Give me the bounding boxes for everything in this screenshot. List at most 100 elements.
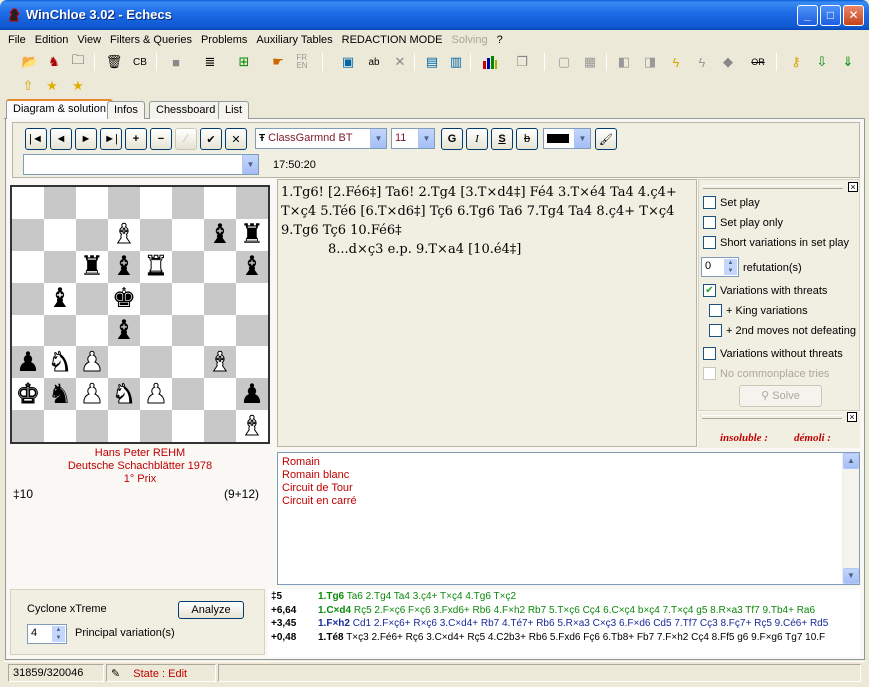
eraser-icon[interactable]: ◆ [718,52,738,72]
chess-piece-square[interactable]: ♟ [140,378,172,411]
board-square[interactable] [236,282,268,315]
chess-piece-square[interactable]: ♞ [44,346,76,379]
board-square[interactable] [76,282,108,315]
last-move-button[interactable]: ►| [100,128,122,150]
chess-piece-square[interactable]: ♚ [12,378,44,411]
doc-icon[interactable]: ▢ [554,52,574,72]
panel-icon[interactable]: ▤ [422,52,442,72]
export-icon[interactable]: ⊞ [234,52,254,72]
solution-text[interactable]: 1.Tg6! [2.Fé6‡] Ta6! 2.Tg4 [3.T×d4‡] Fé4… [277,179,697,447]
panel2-icon[interactable]: ▥ [446,52,466,72]
board-square[interactable] [140,410,172,442]
board-square[interactable] [12,282,44,315]
tab-infos[interactable]: Infos [107,101,145,119]
menu-filters-queries[interactable]: Filters & Queries [106,30,197,46]
board-square[interactable] [204,187,236,219]
close-panel-icon[interactable]: × [847,412,857,422]
close-panel-icon[interactable]: × [848,182,858,192]
board-square[interactable] [76,218,108,251]
chess-piece-square[interactable]: ♝ [204,346,236,379]
checkbox[interactable] [709,324,722,337]
checkbox[interactable] [703,236,716,249]
prev-move-button[interactable]: ◄ [50,128,72,150]
board-square[interactable] [172,218,204,251]
chess-piece-square[interactable]: ♞ [108,378,140,411]
lightning-icon[interactable]: ϟ [666,52,686,72]
board-square[interactable] [44,410,76,442]
themes-list[interactable]: Romain Romain blanc Circuit de Tour Circ… [277,452,860,585]
menu-help[interactable]: ? [493,30,508,46]
brush-icon[interactable]: 🖌 [595,128,617,150]
board-square[interactable] [236,346,268,379]
board-square[interactable] [76,314,108,347]
chess-piece-square[interactable]: ♜ [76,250,108,283]
board-square[interactable] [76,410,108,442]
board-square[interactable] [172,282,204,315]
menu-edition[interactable]: Edition [31,30,74,46]
board-square[interactable] [140,346,172,379]
checkbox[interactable] [709,304,722,317]
strike-icon[interactable]: OR [748,52,768,72]
arrow-left2-icon[interactable]: ◨ [640,52,660,72]
vertical-scrollbar[interactable]: ▲ ▼ [842,453,859,584]
tab-chessboard[interactable]: Chessboard [149,101,223,119]
hand-icon[interactable]: ☛ [268,52,288,72]
board-square[interactable] [12,250,44,283]
color-select[interactable]: ▼ [543,128,591,149]
window-icon[interactable]: ▣ [338,52,358,72]
board-square[interactable] [44,250,76,283]
edit-button[interactable]: ∕ [175,128,197,150]
stepper-down-icon[interactable]: ▼ [52,634,65,642]
chess-piece-square[interactable]: ♝ [108,250,140,283]
stack-icon[interactable]: ≣ [200,52,220,72]
font-select[interactable]: Ŧ ClassGarmnd BT ▼ [255,128,387,149]
board-square[interactable] [108,410,140,442]
variations-without-threats-option[interactable]: Variations without threats [703,347,843,360]
set-play-option[interactable]: Set play [703,196,760,209]
chess-piece-square[interactable]: ♚ [108,282,140,315]
strikethrough-button[interactable]: b [516,128,538,150]
board-square[interactable] [204,250,236,283]
chess-piece-square[interactable]: ♝ [236,410,268,442]
download-icon[interactable]: ⇩ [812,52,832,72]
star-icon[interactable]: ★ [42,76,62,96]
checkbox[interactable] [703,196,716,209]
menu-view[interactable]: View [73,30,106,46]
board-square[interactable] [172,250,204,283]
second-moves-option[interactable]: + 2nd moves not defeating [709,324,856,337]
scroll-up-icon[interactable]: ▲ [843,453,859,469]
chess-piece-square[interactable]: ♝ [44,282,76,315]
analysis-output[interactable]: ‡5 1.Tg6 Ta6 2.Tg4 Ta4 3.ç4+ T×ç4 4.Tg6 T… [268,589,860,657]
bold-button[interactable]: G [441,128,463,150]
delete-icon[interactable]: ✕ [390,52,410,72]
italic-button[interactable]: I [466,128,488,150]
board-square[interactable] [140,187,172,219]
tab-diagram-solution[interactable]: Diagram & solution [6,99,113,120]
board-square[interactable] [140,218,172,251]
board-square[interactable] [172,378,204,411]
board-square[interactable] [172,314,204,347]
folder-icon[interactable]: 🗀 [68,52,88,72]
cancel-button[interactable]: ✕ [225,128,247,150]
king-variations-option[interactable]: + King variations [709,304,808,317]
chess-piece-square[interactable]: ♟ [236,378,268,411]
upload-icon[interactable]: ⇧ [18,76,38,96]
chess-piece-square[interactable]: ♝ [204,218,236,251]
stone-icon[interactable]: ■ [166,52,186,72]
remove-button[interactable]: − [150,128,172,150]
fr-en-icon[interactable]: FR EN [292,52,312,72]
checkbox[interactable] [703,347,716,360]
chess-piece-square[interactable]: ♝ [108,218,140,251]
board-square[interactable] [204,282,236,315]
board-square[interactable] [76,187,108,219]
menu-redaction-mode[interactable]: REDACTION MODE [338,30,448,46]
checkbox[interactable] [703,216,716,229]
board-square[interactable] [172,187,204,219]
doc2-icon[interactable]: ▦ [580,52,600,72]
board-square[interactable] [108,346,140,379]
arrow-left-icon[interactable]: ◧ [614,52,634,72]
board-square[interactable] [44,187,76,219]
board-square[interactable] [44,314,76,347]
variations-threats-option[interactable]: ✔ Variations with threats [703,284,827,297]
minimize-button[interactable]: _ [797,5,818,26]
